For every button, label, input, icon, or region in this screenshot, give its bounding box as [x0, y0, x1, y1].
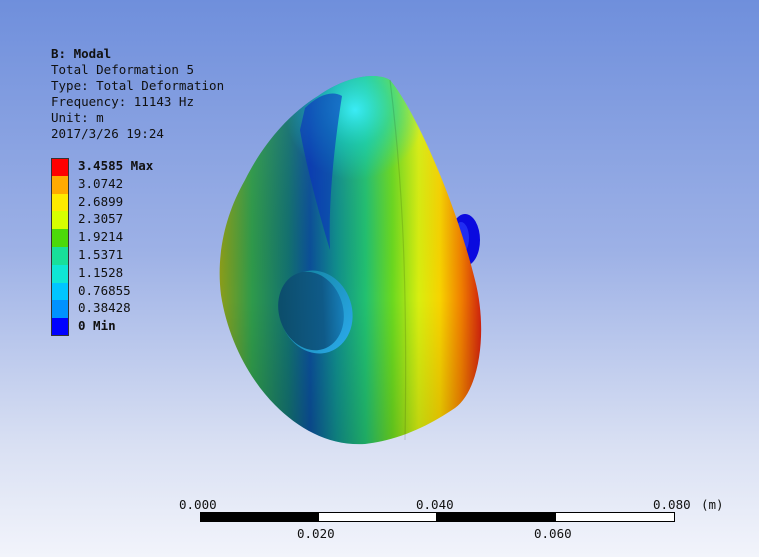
- scale-label-4: 0.080: [653, 497, 691, 512]
- scale-label-2: 0.040: [416, 497, 454, 512]
- scale-segment-2: [318, 512, 437, 522]
- scale-label-3: 0.060: [534, 526, 572, 541]
- scale-label-0: 0.000: [179, 497, 217, 512]
- scale-unit: (m): [701, 497, 724, 512]
- scale-segment-3: [436, 512, 556, 522]
- scale-segment-4: [555, 512, 675, 522]
- scale-bar: 0.000 0.040 0.080 (m) 0.020 0.060: [0, 0, 759, 557]
- scale-segment-1: [200, 512, 319, 522]
- scale-label-1: 0.020: [297, 526, 335, 541]
